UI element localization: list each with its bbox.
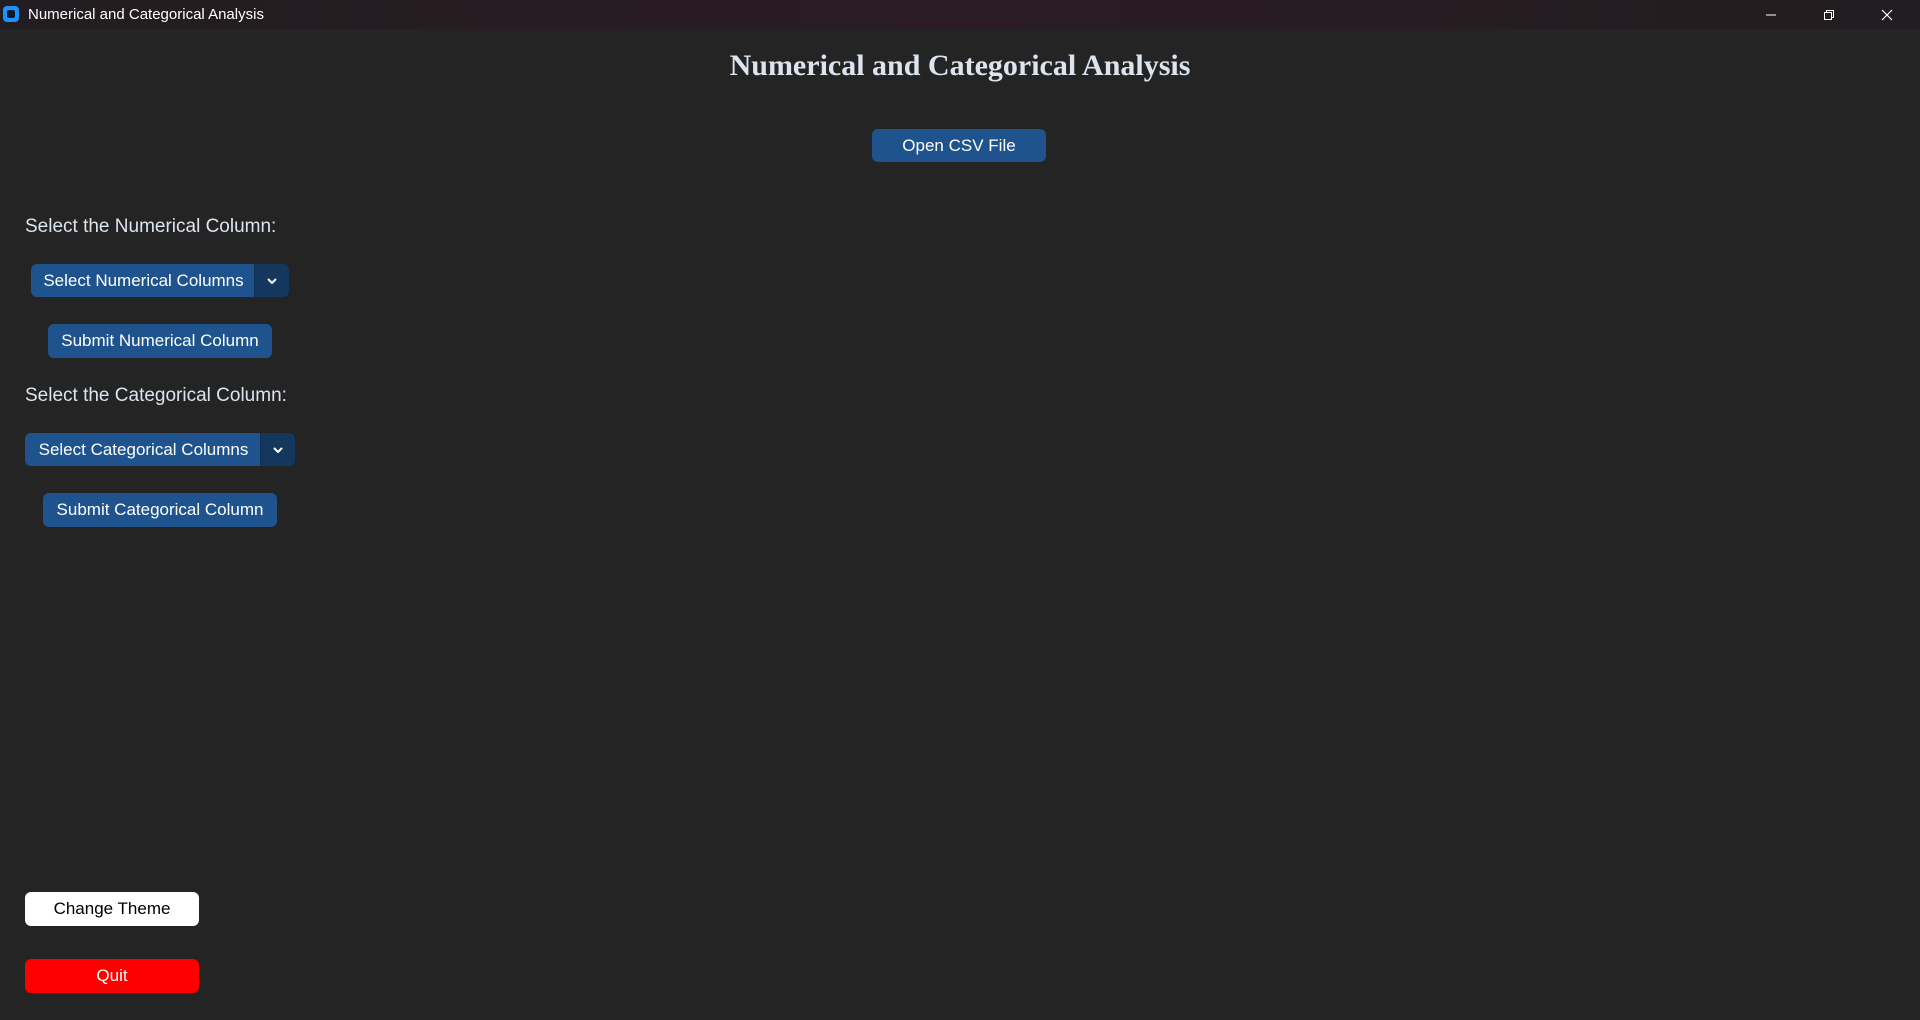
restore-button[interactable] <box>1800 0 1858 29</box>
app-window: Numerical and Categorical Analysis Numer… <box>0 0 1920 1020</box>
numerical-dropdown-value: Select Numerical Columns <box>31 264 254 297</box>
categorical-column-label: Select the Categorical Column: <box>25 385 287 406</box>
submit-numerical-button[interactable]: Submit Numerical Column <box>48 324 272 358</box>
categorical-dropdown-value: Select Categorical Columns <box>25 433 260 466</box>
minimize-button[interactable] <box>1742 0 1800 29</box>
app-icon <box>3 6 19 22</box>
close-button[interactable] <box>1858 0 1916 29</box>
open-csv-button[interactable]: Open CSV File <box>872 129 1046 162</box>
change-theme-button[interactable]: Change Theme <box>25 892 199 926</box>
restore-icon <box>1824 9 1834 20</box>
categorical-dropdown-arrow[interactable] <box>260 433 295 466</box>
numerical-column-label: Select the Numerical Column: <box>25 216 277 237</box>
page-title: Numerical and Categorical Analysis <box>729 49 1191 82</box>
chevron-down-icon <box>267 277 277 284</box>
numerical-columns-dropdown[interactable]: Select Numerical Columns <box>31 264 289 297</box>
close-icon <box>1881 9 1893 20</box>
quit-button[interactable]: Quit <box>25 959 199 993</box>
categorical-columns-dropdown[interactable]: Select Categorical Columns <box>25 433 295 466</box>
window-title: Numerical and Categorical Analysis <box>28 6 264 23</box>
submit-categorical-button[interactable]: Submit Categorical Column <box>43 493 277 527</box>
chevron-down-icon <box>273 446 283 453</box>
title-bar: Numerical and Categorical Analysis <box>0 0 1920 29</box>
numerical-dropdown-arrow[interactable] <box>254 264 289 297</box>
minimize-icon <box>1766 14 1776 15</box>
